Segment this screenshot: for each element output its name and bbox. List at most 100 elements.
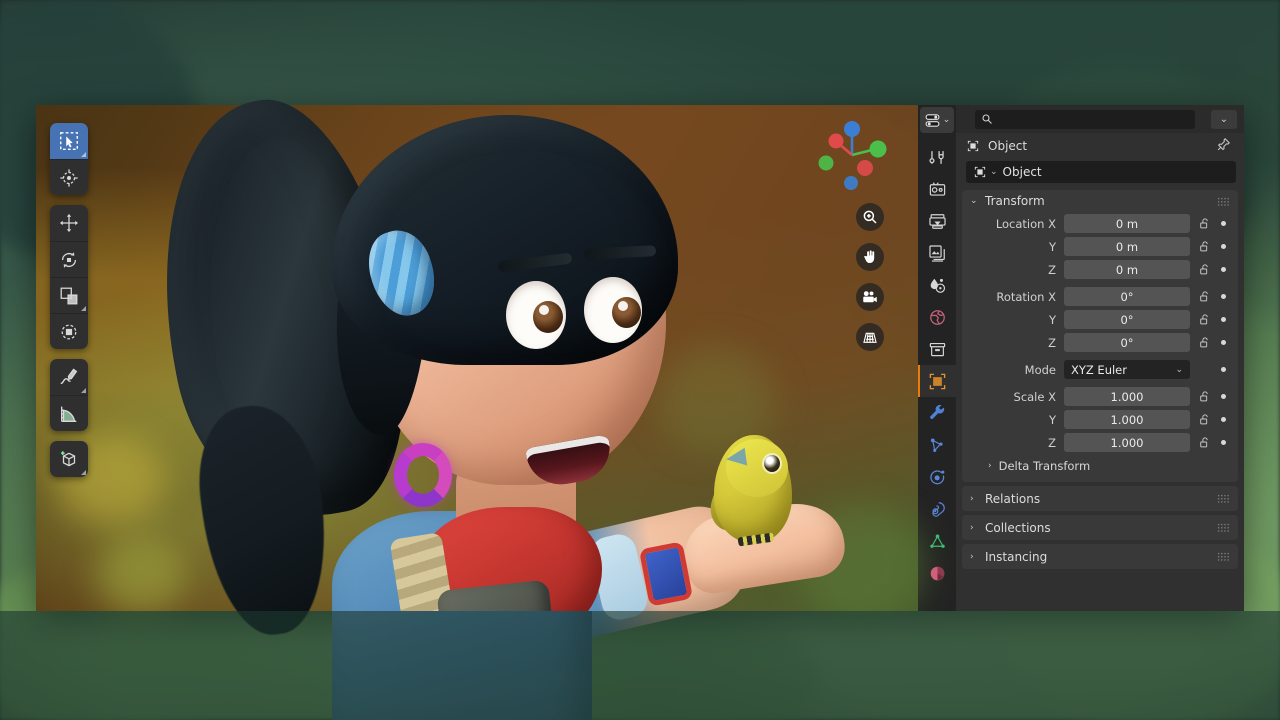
location-y-field[interactable]: 0 m bbox=[1064, 237, 1190, 256]
object-name-field[interactable]: ⌄ Object bbox=[966, 161, 1236, 183]
lock-icon[interactable] bbox=[1196, 313, 1213, 326]
panel-relations-header[interactable]: › Relations bbox=[962, 486, 1238, 511]
chevron-down-icon: ⌄ bbox=[942, 115, 951, 125]
properties-tab-physics[interactable] bbox=[918, 461, 956, 493]
animate-dot[interactable] bbox=[1216, 417, 1230, 422]
object-id-row: ⌄ Object bbox=[956, 159, 1244, 190]
animate-dot[interactable] bbox=[1216, 367, 1230, 372]
tool-add-cube[interactable] bbox=[50, 441, 88, 477]
panel-collections: › Collections bbox=[962, 515, 1238, 540]
zoom-icon[interactable] bbox=[856, 203, 884, 231]
panel-grip-dots[interactable] bbox=[1217, 494, 1230, 503]
panel-grip-dots[interactable] bbox=[1217, 552, 1230, 561]
scale-y-field[interactable]: 1.000 bbox=[1064, 410, 1190, 429]
properties-tab-tool[interactable] bbox=[918, 141, 956, 173]
viewport-nav-buttons bbox=[856, 203, 884, 351]
properties-tab-scene[interactable] bbox=[918, 269, 956, 301]
lock-icon[interactable] bbox=[1196, 240, 1213, 253]
panel-collections-title: Collections bbox=[985, 520, 1051, 535]
properties-tab-object[interactable] bbox=[918, 365, 956, 397]
properties-tab-object-data[interactable] bbox=[918, 525, 956, 557]
animate-dot[interactable] bbox=[1216, 340, 1230, 345]
navigation-gizmo[interactable] bbox=[814, 117, 890, 193]
rotation-mode-dropdown[interactable]: XYZ Euler ⌄ bbox=[1064, 360, 1190, 379]
properties-tab-material[interactable] bbox=[918, 557, 956, 589]
gizmo-axis-y-neg bbox=[818, 155, 834, 171]
table-row: Y 0° bbox=[962, 309, 1238, 330]
chevron-right-icon: › bbox=[970, 522, 974, 533]
properties-tab-constraints[interactable] bbox=[918, 493, 956, 525]
pin-icon[interactable] bbox=[1216, 137, 1234, 155]
tool-rotate[interactable] bbox=[50, 241, 88, 277]
lock-icon[interactable] bbox=[1196, 390, 1213, 403]
tool-move[interactable] bbox=[50, 205, 88, 241]
table-row: Y 1.000 bbox=[962, 409, 1238, 430]
tool-select-box[interactable] bbox=[50, 123, 88, 159]
tool-scale[interactable] bbox=[50, 277, 88, 313]
location-x-field[interactable]: 0 m bbox=[1064, 214, 1190, 233]
rotation-x-field[interactable]: 0° bbox=[1064, 287, 1190, 306]
animate-dot[interactable] bbox=[1216, 244, 1230, 249]
viewport-3d[interactable] bbox=[36, 81, 926, 720]
pan-hand-icon[interactable] bbox=[856, 243, 884, 271]
animate-dot[interactable] bbox=[1216, 294, 1230, 299]
lock-icon[interactable] bbox=[1196, 336, 1213, 349]
lock-icon[interactable] bbox=[1196, 436, 1213, 449]
lock-icon[interactable] bbox=[1196, 217, 1213, 230]
header-options-chevron[interactable]: ⌄ bbox=[1211, 109, 1237, 129]
panel-collections-header[interactable]: › Collections bbox=[962, 515, 1238, 540]
chevron-right-icon: › bbox=[970, 493, 974, 504]
prop-label: Z bbox=[1048, 435, 1056, 450]
properties-tab-particles[interactable] bbox=[918, 429, 956, 461]
table-row: Z 0 m bbox=[962, 259, 1238, 280]
prop-label: Z bbox=[1048, 262, 1056, 277]
animate-dot[interactable] bbox=[1216, 394, 1230, 399]
panel-transform-header[interactable]: ⌄ Transform bbox=[962, 190, 1238, 212]
tool-transform[interactable] bbox=[50, 313, 88, 349]
rotation-y-field[interactable]: 0° bbox=[1064, 310, 1190, 329]
search-input[interactable] bbox=[975, 109, 1195, 129]
properties-tab-world[interactable] bbox=[918, 301, 956, 333]
character-iris-left bbox=[533, 301, 563, 333]
properties-tab-modifiers[interactable] bbox=[918, 397, 956, 429]
tool-annotate[interactable] bbox=[50, 359, 88, 395]
animate-dot[interactable] bbox=[1216, 267, 1230, 272]
location-z-field[interactable]: 0 m bbox=[1064, 260, 1190, 279]
gizmo-axis-x-neg bbox=[857, 160, 873, 176]
toggle-perspective-icon[interactable] bbox=[856, 323, 884, 351]
rotation-z-field[interactable]: 0° bbox=[1064, 333, 1190, 352]
prop-label: Y bbox=[1048, 312, 1056, 327]
search-icon bbox=[982, 114, 992, 124]
animate-dot[interactable] bbox=[1216, 221, 1230, 226]
table-row: Scale X 1.000 bbox=[962, 386, 1238, 407]
prop-label: Mode bbox=[1024, 362, 1056, 377]
viewport-toolbar bbox=[50, 123, 88, 477]
prop-label: Z bbox=[1048, 335, 1056, 350]
animate-dot[interactable] bbox=[1216, 440, 1230, 445]
tool-group-add bbox=[50, 441, 88, 477]
animate-dot[interactable] bbox=[1216, 317, 1230, 322]
properties-tab-output[interactable] bbox=[918, 205, 956, 237]
properties-tab-render[interactable] bbox=[918, 173, 956, 205]
object-id-type-selector[interactable]: ⌄ bbox=[973, 165, 998, 179]
scale-x-field[interactable]: 1.000 bbox=[1064, 387, 1190, 406]
tool-cursor[interactable] bbox=[50, 159, 88, 195]
table-row: Rotation X 0° bbox=[962, 286, 1238, 307]
panel-grip-dots[interactable] bbox=[1217, 523, 1230, 532]
search-field[interactable] bbox=[998, 112, 1189, 126]
lock-icon[interactable] bbox=[1196, 413, 1213, 426]
rendered-character-scene bbox=[36, 81, 918, 720]
scale-z-field[interactable]: 1.000 bbox=[1064, 433, 1190, 452]
lock-icon[interactable] bbox=[1196, 263, 1213, 276]
panel-grip-dots[interactable] bbox=[1217, 196, 1230, 206]
camera-view-icon[interactable] bbox=[856, 283, 884, 311]
panel-instancing-header[interactable]: › Instancing bbox=[962, 544, 1238, 569]
prop-label: Y bbox=[1048, 412, 1056, 427]
prop-label: Scale X bbox=[1013, 389, 1056, 404]
editor-type-selector[interactable]: ⌄ bbox=[920, 107, 954, 133]
lock-icon[interactable] bbox=[1196, 290, 1213, 303]
subpanel-delta-transform[interactable]: › Delta Transform bbox=[962, 455, 1238, 475]
properties-tab-view-layer[interactable] bbox=[918, 237, 956, 269]
properties-tab-collection[interactable] bbox=[918, 333, 956, 365]
tool-measure[interactable] bbox=[50, 395, 88, 431]
